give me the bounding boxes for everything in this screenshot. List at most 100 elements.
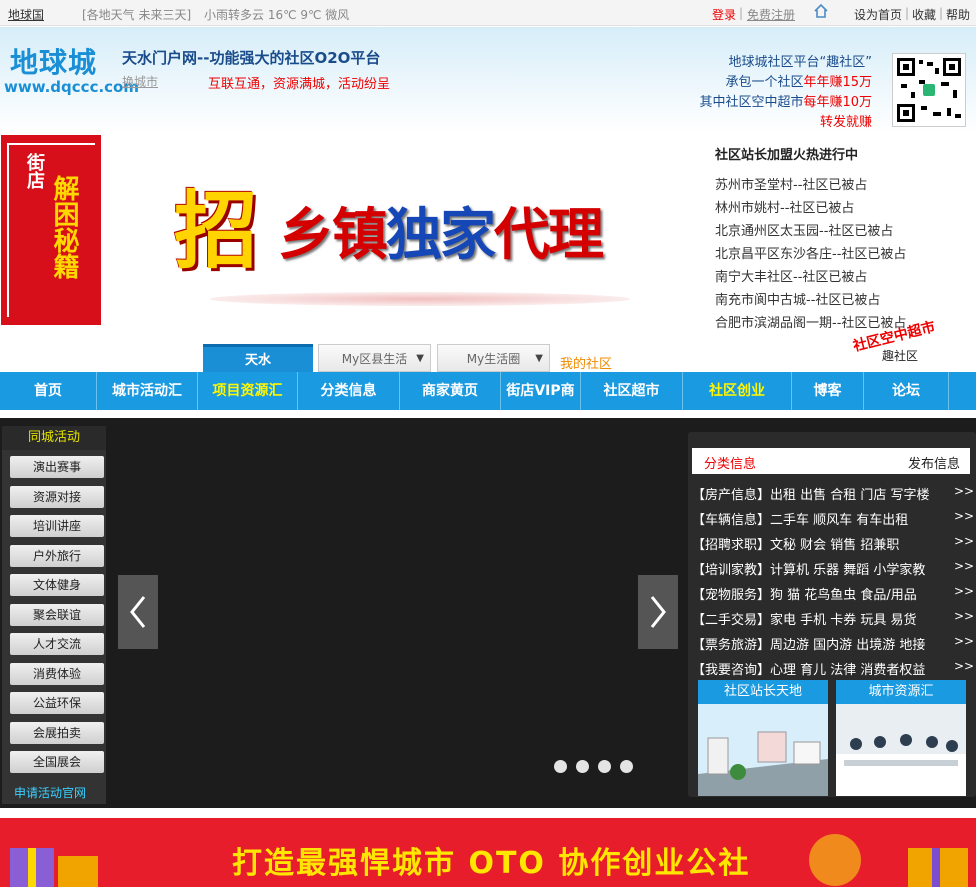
- tab-life-circle[interactable]: My生活圈 ▼: [437, 344, 550, 372]
- nav-home[interactable]: 首页: [0, 372, 97, 410]
- home-icon[interactable]: [813, 3, 829, 19]
- recruit-item[interactable]: 林州市姚村--社区已被占: [715, 197, 854, 216]
- tab-tianshui[interactable]: 天水: [203, 344, 313, 372]
- more-arrow-icon[interactable]: >>: [954, 584, 974, 598]
- category-row[interactable]: 【二手交易】家电 手机 卡券 玩具 易货 >>: [692, 609, 974, 628]
- category-row[interactable]: 【招聘求职】文秘 财会 销售 招兼职 >>: [692, 534, 974, 553]
- switch-city-link[interactable]: 换城市: [122, 73, 158, 90]
- slider-dot[interactable]: [576, 760, 589, 773]
- city-illustration-icon: [698, 704, 828, 796]
- favorite-link[interactable]: 收藏: [912, 6, 936, 23]
- logo[interactable]: 地球城: [10, 41, 97, 81]
- promo-line[interactable]: 承包一个社区年年赚15万: [725, 71, 872, 90]
- activity-button[interactable]: 全国展会: [10, 751, 104, 773]
- slider-dot[interactable]: [554, 760, 567, 773]
- slider-dot[interactable]: [620, 760, 633, 773]
- recruit-item[interactable]: 北京昌平区东沙各庄--社区已被占: [715, 243, 906, 262]
- more-arrow-icon[interactable]: >>: [954, 659, 974, 673]
- category-row[interactable]: 【票务旅游】周边游 国内游 出境游 地接 >>: [692, 634, 974, 653]
- more-arrow-icon[interactable]: >>: [954, 559, 974, 573]
- main-nav: 首页 城市活动汇 项目资源汇 分类信息 商家黄页 街店VIP商 社区超市 社区创业 博客 论坛: [0, 372, 976, 410]
- city-resources-card[interactable]: 城市资源汇: [836, 680, 966, 796]
- dropdown-arrow-icon: ▼: [416, 353, 424, 364]
- login-link[interactable]: 登录: [712, 6, 736, 23]
- activity-button[interactable]: 公益环保: [10, 692, 104, 714]
- more-arrow-icon[interactable]: >>: [954, 509, 974, 523]
- promo-line[interactable]: 其中社区空中超市每年赚10万: [699, 91, 872, 110]
- help-link[interactable]: 帮助: [946, 6, 970, 23]
- weather-links[interactable]: [各地天气 未来三天]: [82, 6, 191, 23]
- slider-dot[interactable]: [598, 760, 611, 773]
- qr-code-icon: [892, 53, 966, 127]
- activity-button[interactable]: 会展拍卖: [10, 721, 104, 744]
- more-arrow-icon[interactable]: >>: [954, 484, 974, 498]
- category-text[interactable]: 【培训家教】计算机 乐器 舞蹈 小学家教: [692, 563, 925, 578]
- banner-text: 乡镇独家代理: [278, 203, 604, 268]
- activity-button[interactable]: 户外旅行: [10, 544, 104, 567]
- nav-community-startup[interactable]: 社区创业: [683, 372, 792, 410]
- nav-vip-stores[interactable]: 街店VIP商: [501, 372, 581, 410]
- recruit-item[interactable]: 南充市阆中古城--社区已被占: [715, 289, 880, 308]
- category-row[interactable]: 【宠物服务】狗 猫 花鸟鱼虫 食品/用品 >>: [692, 584, 974, 603]
- dropdown-arrow-icon: ▼: [535, 353, 543, 364]
- nav-forum[interactable]: 论坛: [864, 372, 949, 410]
- recruit-item[interactable]: 合肥市滨湖品阁一期--社区已被占: [715, 312, 906, 331]
- category-text[interactable]: 【我要咨询】心理 育儿 法律 消费者权益: [692, 663, 925, 678]
- category-row[interactable]: 【房产信息】出租 出售 合租 门店 写字楼 >>: [692, 484, 974, 503]
- recruit-item[interactable]: 北京通州区太玉园--社区已被占: [715, 220, 893, 239]
- recruit-item[interactable]: 南宁大丰社区--社区已被占: [715, 266, 867, 285]
- activity-button[interactable]: 文体健身: [10, 574, 104, 596]
- activity-button[interactable]: 聚会联谊: [10, 603, 104, 626]
- category-row[interactable]: 【车辆信息】二手车 顺风车 有车出租 >>: [692, 509, 974, 528]
- nav-classifieds[interactable]: 分类信息: [298, 372, 400, 410]
- chevron-left-icon: [130, 596, 146, 628]
- nav-project-resources[interactable]: 项目资源汇: [198, 372, 298, 410]
- classifieds-title: 分类信息: [704, 457, 757, 472]
- activity-button[interactable]: 消费体验: [10, 662, 104, 685]
- category-text[interactable]: 【二手交易】家电 手机 卡券 玩具 易货: [692, 613, 917, 628]
- more-arrow-icon[interactable]: >>: [954, 534, 974, 548]
- publish-link[interactable]: 发布信息: [908, 453, 960, 472]
- site-home-link[interactable]: 地球国: [8, 6, 44, 23]
- nav-city-activities[interactable]: 城市活动汇: [97, 372, 198, 410]
- logo-url: www.dqccc.com: [4, 78, 139, 96]
- bottom-banner-text: 打造最强悍城市 OTO 协作创业公社: [232, 846, 751, 881]
- set-home-link[interactable]: 设为首页: [854, 6, 902, 23]
- side-ad-banner[interactable]: 街店 解困秘籍: [1, 135, 101, 325]
- activity-button[interactable]: 资源对接: [10, 485, 104, 508]
- promo-line[interactable]: 地球城社区平台“趣社区”: [729, 51, 872, 70]
- nav-community-market[interactable]: 社区超市: [581, 372, 683, 410]
- divider: |: [905, 6, 910, 20]
- top-bar: 地球国 [各地天气 未来三天] 小雨转多云 16℃ 9℃ 微风 登录 | 免费注…: [0, 0, 976, 26]
- side-ad-line2: 解困秘籍: [49, 175, 79, 279]
- activity-button[interactable]: 人才交流: [10, 633, 104, 655]
- category-text[interactable]: 【宠物服务】狗 猫 花鸟鱼虫 食品/用品: [692, 588, 917, 603]
- agent-recruit-banner[interactable]: 招 乡镇独家代理: [170, 160, 660, 310]
- tab-county-life[interactable]: My区县生活 ▼: [318, 344, 431, 372]
- divider: |: [739, 6, 744, 20]
- my-community-link[interactable]: 我的社区: [560, 353, 612, 372]
- gift-box-icon: [908, 848, 968, 887]
- activity-button[interactable]: 培训讲座: [10, 515, 104, 537]
- category-text[interactable]: 【招聘求职】文秘 财会 销售 招兼职: [692, 538, 899, 553]
- slider-next-button[interactable]: [638, 575, 678, 649]
- promo-line[interactable]: 转发就赚: [820, 111, 872, 130]
- more-arrow-icon[interactable]: >>: [954, 634, 974, 648]
- category-text[interactable]: 【票务旅游】周边游 国内游 出境游 地接: [692, 638, 925, 653]
- divider: |: [939, 6, 944, 20]
- side-ad-line1: 街店: [24, 153, 45, 189]
- slider-prev-button[interactable]: [118, 575, 158, 649]
- register-link[interactable]: 免费注册: [747, 6, 795, 23]
- more-arrow-icon[interactable]: >>: [954, 609, 974, 623]
- category-row[interactable]: 【培训家教】计算机 乐器 舞蹈 小学家教 >>: [692, 559, 974, 578]
- recruit-item[interactable]: 苏州市圣堂村--社区已被占: [715, 174, 867, 193]
- nav-merchant-pages[interactable]: 商家黄页: [400, 372, 501, 410]
- category-text[interactable]: 【房产信息】出租 出售 合租 门店 写字楼: [692, 488, 930, 503]
- category-text[interactable]: 【车辆信息】二手车 顺风车 有车出租: [692, 513, 908, 528]
- activity-button[interactable]: 演出赛事: [10, 456, 104, 478]
- nav-blog[interactable]: 博客: [792, 372, 864, 410]
- bottom-banner[interactable]: 打造最强悍城市 OTO 协作创业公社: [0, 818, 976, 887]
- apply-activity-link[interactable]: 申请活动官网: [14, 784, 86, 801]
- station-master-card[interactable]: 社区站长天地: [698, 680, 828, 796]
- category-row[interactable]: 【我要咨询】心理 育儿 法律 消费者权益 >>: [692, 659, 974, 678]
